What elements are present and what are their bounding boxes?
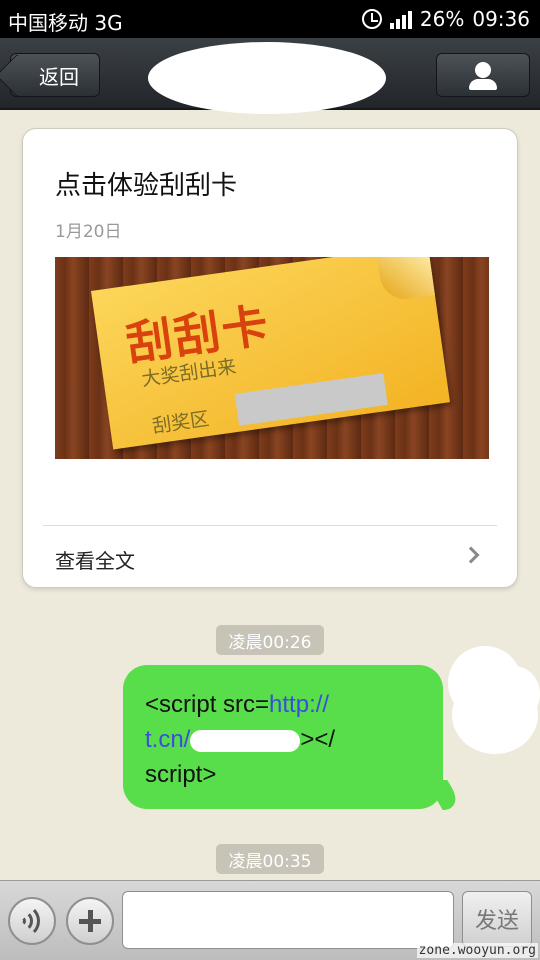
clock: 09:36 xyxy=(472,7,530,31)
chevron-right-icon xyxy=(462,546,480,564)
message-text: <script src= xyxy=(145,691,270,718)
article-date: 1月20日 xyxy=(55,222,122,242)
read-full-text-link[interactable]: 查看全文 xyxy=(55,545,135,574)
scratch-area-label: 刮奖区 xyxy=(150,407,211,438)
timestamp: 凌晨00:26 xyxy=(216,625,324,655)
message-text-tail: ></ xyxy=(300,726,336,753)
carrier-label: 中国移动 3G xyxy=(8,11,123,35)
signal-icon xyxy=(389,9,412,29)
chat-info-button[interactable] xyxy=(436,53,530,97)
page-curl xyxy=(376,257,435,303)
article-title: 点击体验刮刮卡 xyxy=(55,171,238,201)
article-card[interactable]: 点击体验刮刮卡 1月20日 刮刮卡 大奖刮出来 刮奖区 查看全文 xyxy=(22,128,518,588)
message-input[interactable] xyxy=(122,891,454,949)
back-button[interactable]: 返回 xyxy=(10,53,100,97)
card-divider xyxy=(43,525,497,526)
send-button[interactable]: 发送 xyxy=(462,891,532,947)
watermark: zone.wooyun.org xyxy=(416,943,538,958)
plus-icon[interactable] xyxy=(66,897,114,945)
scratch-card-illustration: 刮刮卡 大奖刮出来 刮奖区 xyxy=(91,257,450,450)
status-icons: 26% 09:36 xyxy=(361,7,530,31)
scratch-area xyxy=(234,373,388,426)
redacted-link-path xyxy=(190,729,301,752)
timestamp: 凌晨00:35 xyxy=(216,844,324,874)
voice-input-button[interactable] xyxy=(8,897,56,945)
alarm-icon xyxy=(361,9,382,29)
sent-message-bubble[interactable]: <script src=http:// t.cn/ ></ script> xyxy=(123,665,443,809)
person-icon xyxy=(475,62,491,78)
message-link-domain[interactable]: t.cn/ xyxy=(145,726,190,753)
status-bar: 中国移动 3G 26% 09:36 xyxy=(0,0,540,38)
message-link[interactable]: http:// xyxy=(269,691,329,718)
redacted-chat-title xyxy=(148,42,386,114)
battery-level: 26% xyxy=(419,7,465,31)
redacted-avatar[interactable] xyxy=(448,646,540,754)
article-cover-image[interactable]: 刮刮卡 大奖刮出来 刮奖区 xyxy=(55,257,489,459)
message-text-end: script> xyxy=(145,761,217,788)
back-button-label: 返回 xyxy=(39,64,79,89)
